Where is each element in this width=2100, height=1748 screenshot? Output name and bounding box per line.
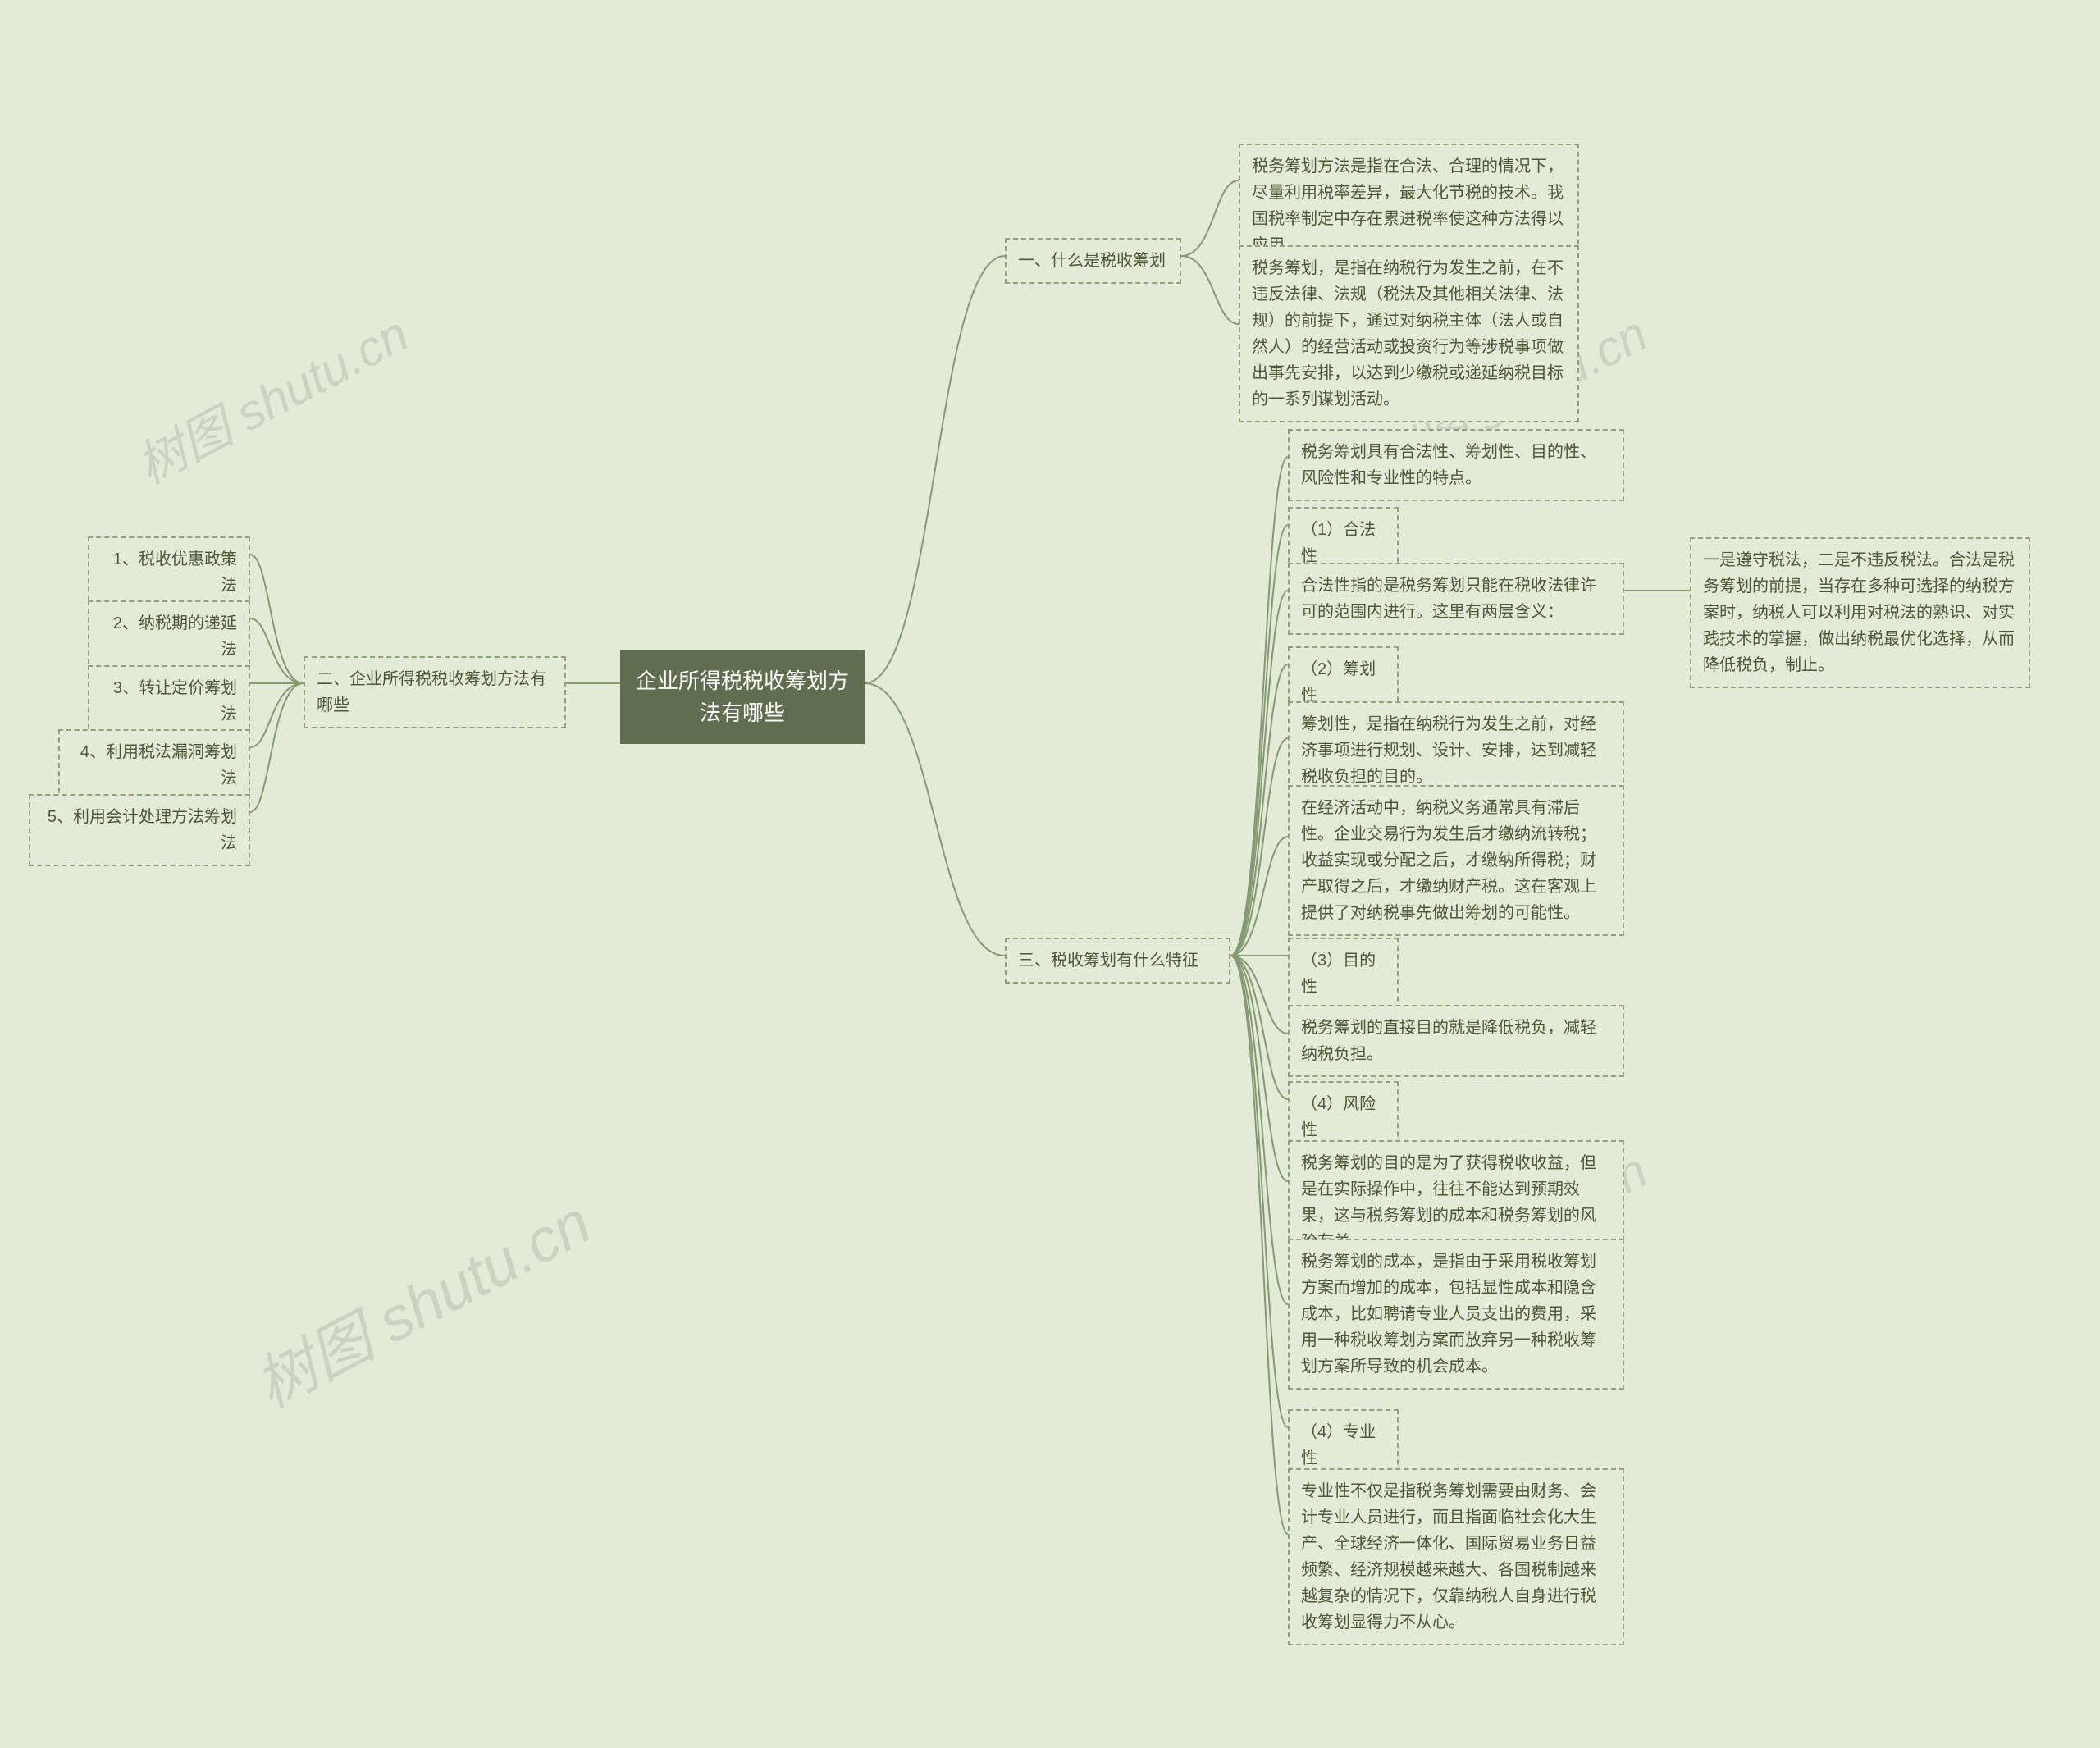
branch-1-title[interactable]: 一、什么是税收筹划: [1005, 238, 1181, 284]
branch-3-leaf-13[interactable]: 专业性不仅是指税务筹划需要由财务、会计专业人员进行，而且指面临社会化大生产、全球…: [1288, 1468, 1624, 1645]
branch-3-leaf-3[interactable]: 合法性指的是税务筹划只能在税收法律许可的范围内进行。这里有两层含义：: [1288, 563, 1624, 635]
root-node[interactable]: 企业所得税税收筹划方法有哪些: [620, 650, 865, 744]
branch-2-item-3[interactable]: 3、转让定价筹划法: [88, 665, 250, 737]
branch-2-item-5[interactable]: 5、利用会计处理方法筹划法: [29, 794, 250, 866]
branch-3-leaf-6[interactable]: 在经济活动中，纳税义务通常具有滞后性。企业交易行为发生后才缴纳流转税；收益实现或…: [1288, 785, 1624, 936]
branch-3-leaf-8[interactable]: 税务筹划的直接目的就是降低税负，减轻纳税负担。: [1288, 1005, 1624, 1077]
watermark: 树图 shutu.cn: [122, 295, 419, 498]
watermark: 树图 shutu.cn: [238, 1175, 604, 1425]
branch-3-leaf-1[interactable]: 税务筹划具有合法性、筹划性、目的性、风险性和专业性的特点。: [1288, 429, 1624, 501]
branch-3-title[interactable]: 三、税收筹划有什么特征: [1005, 938, 1230, 984]
branch-2-title[interactable]: 二、企业所得税税收筹划方法有哪些: [304, 656, 566, 728]
branch-3-leaf-3a[interactable]: 一是遵守税法，二是不违反税法。合法是税务筹划的前提，当存在多种可选择的纳税方案时…: [1690, 537, 2030, 688]
branch-1-leaf-2[interactable]: 税务筹划，是指在纳税行为发生之前，在不违反法律、法规（税法及其他相关法律、法规）…: [1239, 245, 1579, 422]
branch-3-leaf-7[interactable]: （3）目的性: [1288, 938, 1399, 1010]
branch-3-leaf-11[interactable]: 税务筹划的成本，是指由于采用税收筹划方案而增加的成本，包括显性成本和隐含成本，比…: [1288, 1239, 1624, 1390]
branch-2-item-2[interactable]: 2、纳税期的递延法: [88, 600, 250, 673]
branch-2-item-1[interactable]: 1、税收优惠政策法: [88, 536, 250, 609]
branch-2-item-4[interactable]: 4、利用税法漏洞筹划法: [58, 729, 250, 801]
